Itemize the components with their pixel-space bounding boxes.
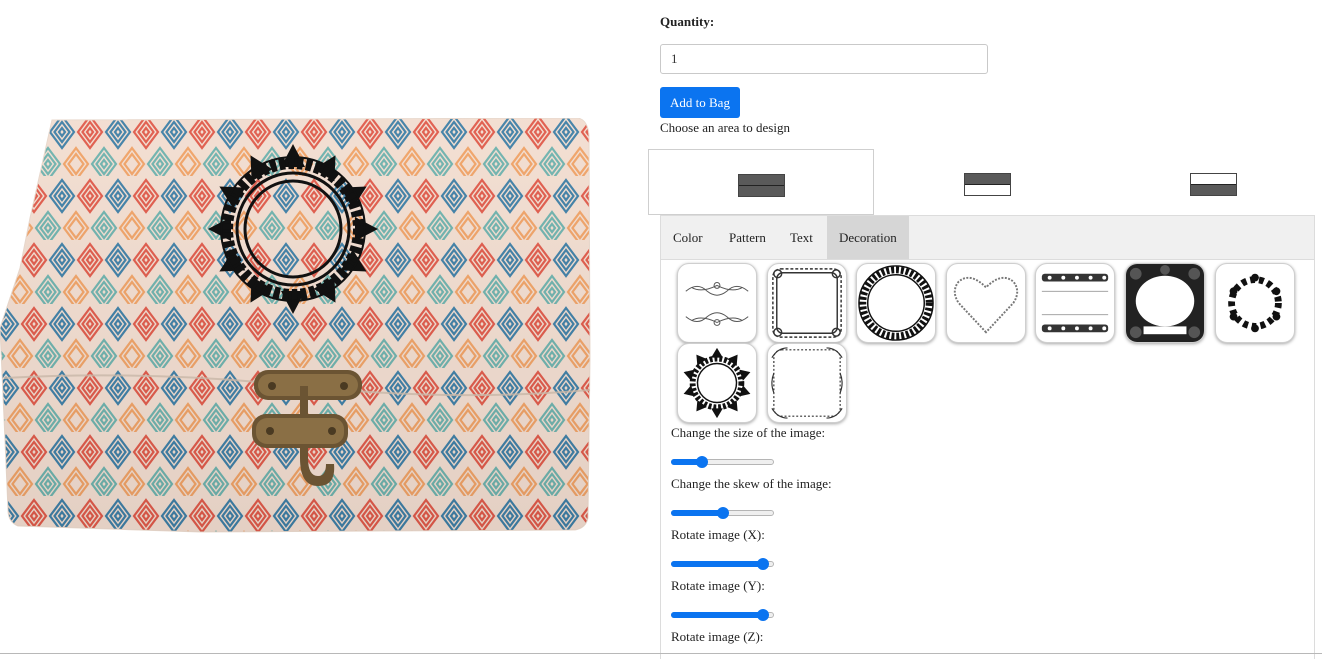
product-preview <box>0 118 592 534</box>
area-option-2[interactable] <box>875 149 1101 215</box>
heart-frame-icon[interactable] <box>946 263 1026 343</box>
greek-key-circle-frame-icon[interactable] <box>856 263 936 343</box>
rotate-y-slider-thumb[interactable] <box>757 609 770 621</box>
area-option-1[interactable] <box>648 149 874 215</box>
quantity-input[interactable] <box>660 44 988 74</box>
size-label: Change the size of the image: <box>671 425 826 440</box>
rotate-y-label: Rotate image (Y): <box>671 578 765 593</box>
rotate-z-label: Rotate image (Z): <box>671 629 764 644</box>
size-slider[interactable] <box>671 456 774 468</box>
leaf-wreath-icon[interactable] <box>1215 263 1295 343</box>
mandala-ring-icon[interactable] <box>677 343 757 423</box>
skew-slider-thumb[interactable] <box>716 507 729 519</box>
tab-color[interactable]: Color <box>661 216 715 259</box>
area-thumbnail <box>738 174 785 197</box>
box-image <box>0 118 591 533</box>
choose-area-label: Choose an area to design <box>660 120 790 135</box>
skew-slider[interactable] <box>671 507 774 519</box>
quantity-label: Quantity: <box>660 14 715 29</box>
ornament-flourish-icon[interactable] <box>677 263 757 343</box>
skew-label: Change the skew of the image: <box>671 476 832 491</box>
design-tabs: Color Pattern Text Decoration <box>660 215 1315 259</box>
floral-border-bands-icon[interactable] <box>1035 263 1115 343</box>
area-option-3[interactable] <box>1101 149 1322 215</box>
page-divider <box>0 653 1322 654</box>
rotate-x-label: Rotate image (X): <box>671 527 765 542</box>
filigree-square-frame-icon[interactable] <box>767 343 847 423</box>
rotate-x-slider[interactable] <box>671 558 774 570</box>
tab-text[interactable]: Text <box>778 216 825 259</box>
tab-decoration[interactable]: Decoration <box>827 216 909 259</box>
ornate-square-frame-icon[interactable] <box>767 263 847 343</box>
area-thumbnail <box>1190 173 1237 196</box>
damask-label-frame-icon[interactable] <box>1125 263 1205 343</box>
rotate-x-slider-thumb[interactable] <box>757 558 770 570</box>
size-slider-thumb[interactable] <box>695 456 708 468</box>
area-thumbnail <box>964 173 1011 196</box>
tab-pattern[interactable]: Pattern <box>717 216 778 259</box>
add-to-bag-button[interactable]: Add to Bag <box>660 87 740 118</box>
rotate-y-slider[interactable] <box>671 609 774 621</box>
